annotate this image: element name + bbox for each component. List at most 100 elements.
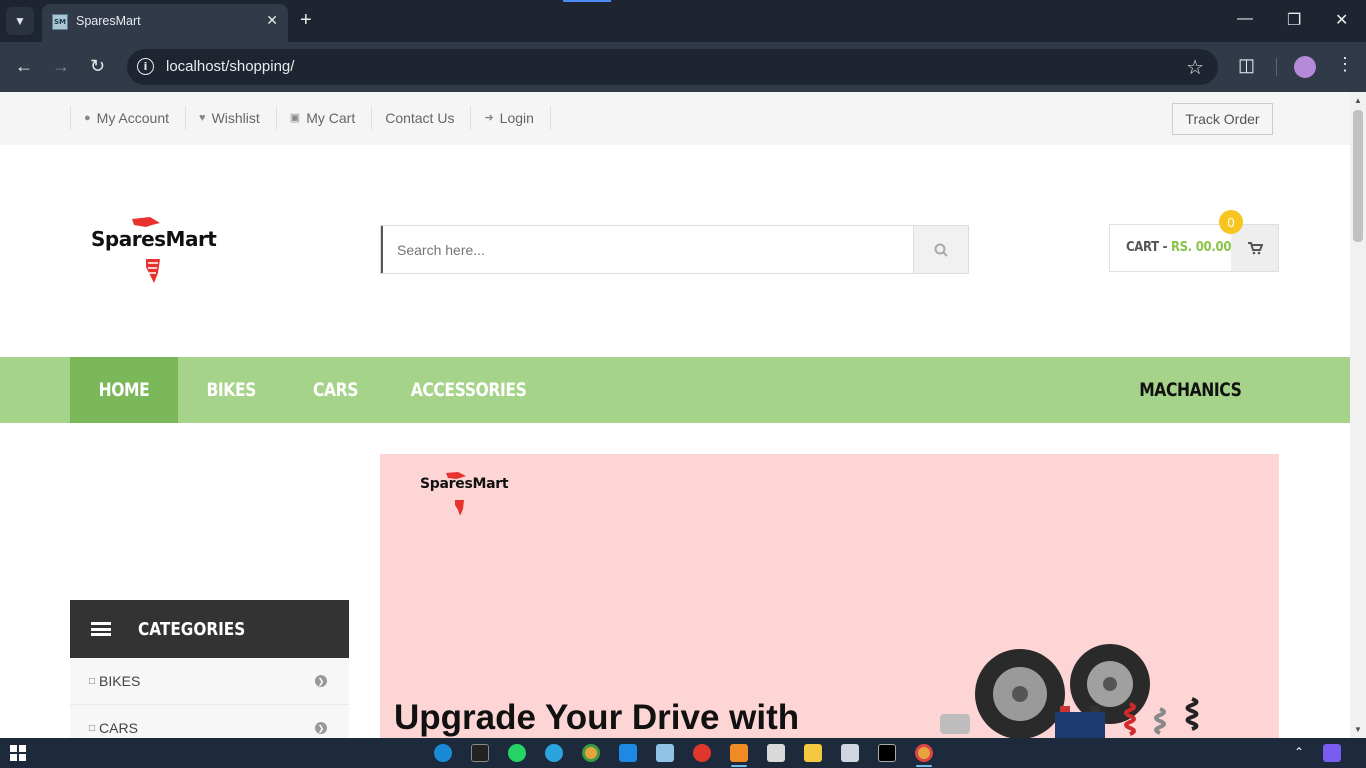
contact-us-label: Contact Us [385,110,455,126]
nav-bikes-label: BIKES [206,379,256,401]
mail-icon[interactable] [841,744,859,762]
logo-text: SparesMart [91,227,217,251]
tab-search-button[interactable]: ▼ [6,7,34,35]
intellij-icon[interactable] [878,744,896,762]
scroll-thumb[interactable] [1353,110,1363,242]
site-info-icon[interactable]: i [137,58,154,75]
app-icon[interactable] [767,744,785,762]
browser-toolbar: ← → ↻ i localhost/shopping/ ☆ ◫ ⋮ [0,42,1366,92]
banner-logo: SparesMart [418,470,509,515]
web-page: ● My Account ♥ Wishlist ▣ My Cart Contac… [0,92,1350,738]
vscode-icon[interactable] [619,744,637,762]
wishlist-link[interactable]: ♥ Wishlist [186,106,277,130]
login-link[interactable]: ➜ Login [471,106,551,130]
arrow-circle-right-icon: ❯ [315,675,327,687]
browser-tabbar: ▼ SM SparesMart ✕ + — ❐ ✕ [0,0,1366,42]
nav-bikes[interactable]: BIKES [178,357,284,423]
search-button[interactable] [913,226,968,273]
back-button[interactable]: ← [15,56,33,76]
my-account-label: My Account [96,110,170,126]
telegram-icon[interactable] [545,744,563,762]
close-window-button[interactable]: ✕ [1335,10,1348,30]
scroll-up-icon[interactable]: ▲ [1354,96,1362,105]
nav-accessories-label: ACCESSORIES [411,379,527,401]
cart-icon-button[interactable] [1231,225,1278,271]
search-input[interactable] [381,226,914,273]
notepad-icon[interactable] [656,744,674,762]
categories-header: CATEGORIES [70,600,349,658]
category-icon: □ [89,722,96,734]
favicon-icon: SM [52,14,68,30]
cart-count-badge: 0 [1219,210,1243,234]
scroll-down-icon[interactable]: ▼ [1354,725,1362,734]
restore-button[interactable]: ❐ [1287,10,1301,30]
copilot-icon[interactable] [1323,744,1341,762]
profile-avatar[interactable] [1294,56,1316,78]
my-cart-link[interactable]: ▣ My Cart [277,106,373,130]
my-account-link[interactable]: ● My Account [71,106,187,130]
nav-machanics-label: MACHANICS [1138,379,1242,401]
os-taskbar: ⌃ [0,738,1366,768]
category-icon: □ [89,675,96,687]
top-bar: ● My Account ♥ Wishlist ▣ My Cart Contac… [0,92,1350,145]
contact-us-link[interactable]: Contact Us [372,106,472,130]
wishlist-label: Wishlist [211,110,260,126]
auto-parts-image [940,644,1199,738]
tab-close-icon[interactable]: ✕ [266,12,278,29]
nav-cars[interactable]: CARS [284,357,386,423]
cart-amount: RS. 00.00 [1170,240,1232,255]
whatsapp-icon[interactable] [508,744,526,762]
page-scrollbar[interactable]: ▲ ▼ [1350,92,1366,738]
active-app-indicator [916,765,932,767]
arrow-circle-right-icon: ❯ [315,722,327,734]
sign-in-icon: ➜ [484,112,494,124]
terminal-icon[interactable] [471,744,489,762]
my-cart-label: My Cart [306,110,356,126]
main-nav: HOME BIKES CARS ACCESSORIES MACHANICS [0,357,1350,423]
chrome-icon[interactable] [915,744,933,762]
edge-icon[interactable] [434,744,452,762]
windows-start-icon[interactable] [10,745,26,761]
file-explorer-icon[interactable] [804,744,822,762]
bookmark-star-icon[interactable]: ☆ [1186,55,1204,80]
chrome-icon[interactable] [582,744,600,762]
header-cart[interactable]: CART - RS. 00.00 [1109,224,1279,272]
menu-icon [91,622,111,636]
url-text[interactable]: localhost/shopping/ [166,58,294,75]
extensions-icon[interactable]: ◫ [1238,55,1255,76]
cart-summary: CART - RS. 00.00 [1126,240,1232,255]
browser-menu-icon[interactable]: ⋮ [1336,54,1354,75]
nav-home-label: HOME [98,379,150,401]
category-label: CARS [99,720,138,736]
categories-sidebar: CATEGORIES □ BIKES ❯ □ CARS ❯ [70,600,349,738]
minimize-button[interactable]: — [1237,10,1253,28]
nav-home[interactable]: HOME [70,357,178,423]
active-app-indicator [731,765,747,767]
tab-title: SparesMart [76,14,141,28]
nav-machanics[interactable]: MACHANICS [1120,357,1260,423]
track-order-button[interactable]: Track Order [1172,103,1273,135]
top-links: ● My Account ♥ Wishlist ▣ My Cart Contac… [70,106,551,130]
nav-accessories[interactable]: ACCESSORIES [386,357,552,423]
user-icon: ● [84,112,91,124]
system-tray-arrow-icon[interactable]: ⌃ [1294,745,1304,759]
hero-banner[interactable]: SparesMart Upgrade Your Drive with [380,454,1279,738]
cart-label: CART - [1126,240,1168,255]
search-bar [380,225,969,274]
banner-heading: Upgrade Your Drive with [394,698,800,737]
browser-tab[interactable]: SM SparesMart ✕ [42,4,288,42]
wps-icon[interactable] [693,744,711,762]
category-item-cars[interactable]: □ CARS ❯ [70,705,349,738]
site-logo[interactable]: SparesMart [88,215,228,285]
category-item-bikes[interactable]: □ BIKES ❯ [70,658,349,705]
categories-title: CATEGORIES [138,618,246,640]
forward-button[interactable]: → [52,56,70,76]
reload-button[interactable]: ↻ [90,56,105,76]
category-label: BIKES [99,673,141,689]
cart-icon [1247,242,1263,255]
address-bar[interactable]: i localhost/shopping/ ☆ [127,49,1218,85]
new-tab-button[interactable]: + [300,9,312,31]
xampp-icon[interactable] [730,744,748,762]
nav-cars-label: CARS [312,379,358,401]
search-icon [934,243,948,257]
